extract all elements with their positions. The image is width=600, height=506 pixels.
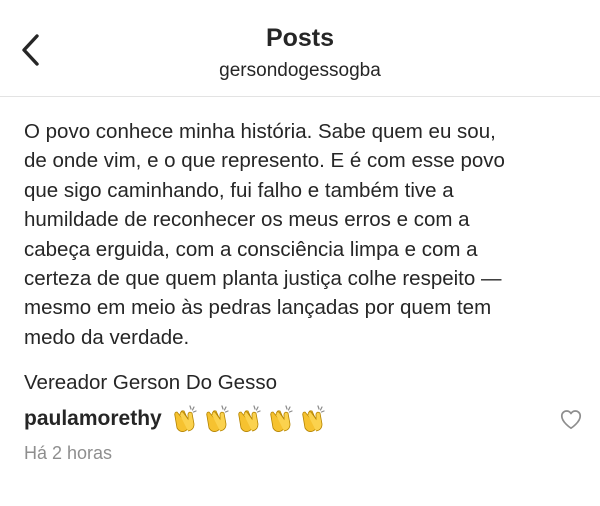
page-title: Posts (265, 24, 335, 52)
post-signature: Vereador Gerson Do Gesso (24, 371, 277, 394)
comment: paulamorethy (24, 402, 328, 436)
comment-username[interactable]: paulamorethy (24, 407, 162, 431)
clapping-hands-icon (206, 405, 229, 432)
heart-icon (560, 410, 582, 430)
clapping-hands-icon (302, 405, 325, 432)
post-screen: Posts gersondogessogba O povo conhece mi… (0, 0, 600, 506)
clapping-hands-icon (174, 405, 197, 432)
account-username[interactable]: gersondogessogba (0, 58, 600, 84)
like-button[interactable] (558, 406, 584, 432)
clapping-hands-icon (270, 405, 293, 432)
comment-emoji (168, 404, 328, 434)
clapping-hands-icon (238, 405, 261, 432)
header: Posts gersondogessogba (0, 0, 600, 97)
comment-timestamp: Há 2 horas (24, 443, 113, 463)
post-caption: O povo conhece minha história. Sabe quem… (24, 120, 505, 349)
